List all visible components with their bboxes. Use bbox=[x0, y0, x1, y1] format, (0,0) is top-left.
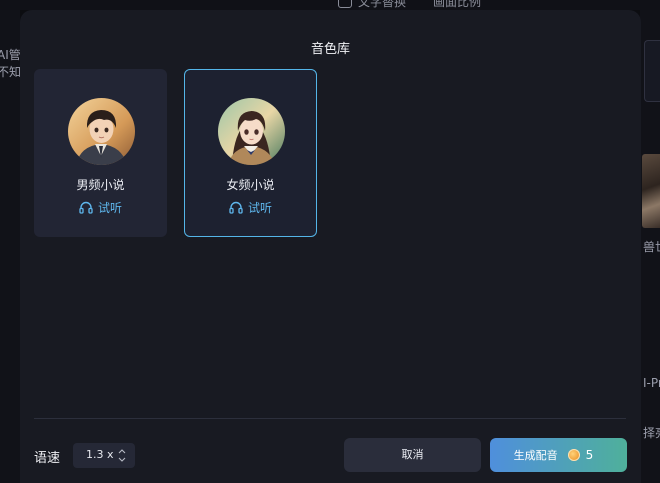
male-avatar bbox=[68, 98, 135, 165]
listen-label: 试听 bbox=[97, 201, 122, 215]
voice-name-male: 男频小说 bbox=[76, 178, 125, 192]
replace-text-tab[interactable]: 文字替换 bbox=[338, 0, 406, 10]
speed-value: 1.3 x bbox=[86, 448, 114, 461]
background-right-card bbox=[644, 40, 660, 102]
generate-voiceover-button[interactable]: 生成配音 5 bbox=[490, 438, 627, 472]
headphones-icon bbox=[79, 201, 93, 214]
voice-name-female: 女频小说 bbox=[226, 178, 275, 192]
replace-icon bbox=[338, 0, 352, 8]
coin-icon bbox=[567, 449, 580, 461]
background-toolbar: 文字替换 画面比例 bbox=[0, 0, 660, 10]
left-panel-text-2: 不知 bbox=[0, 65, 22, 79]
listen-button-female[interactable]: 试听 bbox=[185, 199, 316, 216]
aspect-ratio-tab[interactable]: 画面比例 bbox=[433, 0, 481, 10]
headphones-icon bbox=[229, 201, 243, 214]
cost-count: 5 bbox=[585, 448, 594, 462]
right-panel-text-3: 择亮 bbox=[643, 426, 660, 440]
modal-title: 音色库 bbox=[310, 42, 350, 57]
stepper-arrows-icon[interactable] bbox=[117, 446, 127, 465]
speed-stepper[interactable]: 1.3 x bbox=[73, 443, 135, 468]
generate-label: 生成配音 bbox=[513, 449, 558, 462]
background-left-panel: AI管 不知 bbox=[0, 10, 22, 483]
voice-card-male[interactable]: 男频小说 试听 bbox=[34, 69, 167, 237]
cancel-button[interactable]: 取消 bbox=[344, 438, 481, 472]
female-avatar bbox=[218, 98, 285, 165]
background-thumbnail bbox=[642, 154, 660, 228]
voice-library-modal: 音色库 男频小说 试听 女频小说 试听 语速 1.3 x 取消 生成配音 5 bbox=[20, 10, 641, 483]
listen-button-male[interactable]: 试听 bbox=[35, 199, 166, 216]
listen-label: 试听 bbox=[247, 201, 272, 215]
left-panel-text-1: AI管 bbox=[0, 48, 21, 62]
right-panel-text-2: I-Pr bbox=[643, 376, 660, 390]
voice-card-female[interactable]: 女频小说 试听 bbox=[184, 69, 317, 237]
speed-label: 语速 bbox=[34, 451, 61, 466]
right-panel-text-1: 兽世 bbox=[643, 240, 660, 254]
footer-divider bbox=[34, 418, 626, 419]
